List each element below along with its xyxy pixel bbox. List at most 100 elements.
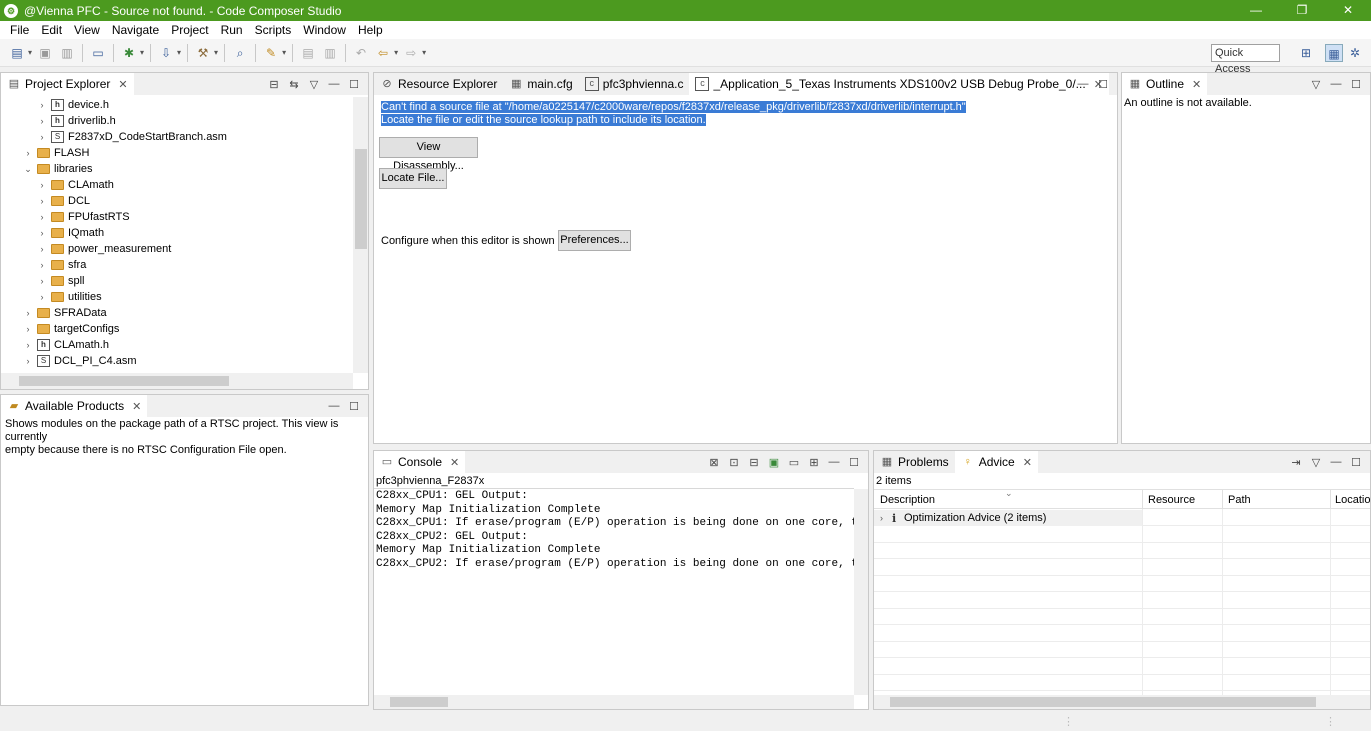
link-editor-icon[interactable]: ⇆ (286, 78, 302, 91)
new-dropdown-icon[interactable]: ▾ (28, 48, 32, 57)
menu-window[interactable]: Window (297, 23, 352, 37)
debug-dropdown-icon[interactable]: ▾ (140, 48, 144, 57)
tree-item[interactable]: ⌄ libraries (23, 161, 92, 177)
tab-console[interactable]: ▭ Console ✕ (374, 451, 466, 473)
expand-chevron-icon[interactable]: › (880, 513, 892, 523)
tree-item[interactable]: › IQmath (37, 225, 105, 241)
new-console-icon[interactable]: ⊞ (806, 456, 822, 469)
column-path[interactable]: Path (1228, 494, 1251, 506)
collapsed-chevron-icon[interactable]: › (37, 244, 47, 254)
collapsed-chevron-icon[interactable]: › (37, 132, 47, 142)
tree-item[interactable]: › FLASH (23, 145, 90, 161)
column-resource[interactable]: Resource (1148, 494, 1195, 506)
collapsed-chevron-icon[interactable]: › (23, 148, 33, 158)
tree-item[interactable]: › S F2837xD_CodeStartBranch.asm (37, 129, 227, 145)
minimize-view-icon[interactable]: — (826, 456, 842, 468)
collapsed-chevron-icon[interactable]: › (37, 260, 47, 270)
collapsed-chevron-icon[interactable]: › (23, 356, 33, 366)
menu-run[interactable]: Run (215, 23, 249, 37)
prev-annotation-icon[interactable]: ▤ (300, 45, 316, 61)
collapsed-chevron-icon[interactable]: › (37, 276, 47, 286)
tree-item[interactable]: › CLAmath (37, 177, 114, 193)
clear-console-icon[interactable]: ⊠ (706, 456, 722, 469)
tab-project-explorer[interactable]: ▤ Project Explorer ✕ (1, 73, 134, 95)
next-annotation-icon[interactable]: ▥ (322, 45, 338, 61)
open-perspective-icon[interactable]: ⊞ (1297, 44, 1315, 62)
build-icon[interactable]: ⚒ (195, 45, 211, 61)
problems-horizontal-scrollbar[interactable] (874, 695, 1370, 709)
maximize-view-icon[interactable]: ☐ (346, 400, 362, 413)
terminal-icon[interactable]: ▭ (90, 45, 106, 61)
minimize-view-icon[interactable]: — (326, 400, 342, 412)
tree-horizontal-scrollbar[interactable] (1, 373, 353, 389)
restore-button[interactable]: ❐ (1279, 0, 1325, 21)
table-row[interactable]: › i Optimization Advice (2 items) (874, 510, 1142, 526)
focus-icon[interactable]: ⇥ (1288, 456, 1304, 469)
scrollbar-thumb[interactable] (19, 376, 229, 386)
collapsed-chevron-icon[interactable]: › (23, 324, 33, 334)
save-icon[interactable]: ▣ (37, 45, 53, 61)
close-button[interactable]: ✕ (1325, 0, 1371, 21)
flash-icon[interactable]: ⇩ (158, 45, 174, 61)
view-menu-icon[interactable]: ▽ (1308, 78, 1324, 91)
locate-file-button[interactable]: Locate File... (379, 168, 447, 189)
column-location[interactable]: Locatio (1335, 494, 1370, 506)
maximize-view-icon[interactable]: ☐ (1095, 78, 1111, 91)
close-icon[interactable]: ✕ (1023, 456, 1032, 469)
scroll-lock-icon[interactable]: ⊡ (726, 456, 742, 469)
ccs-edit-perspective-icon[interactable]: ▦ (1325, 44, 1343, 62)
tab-debug-source[interactable]: c _Application_5_Texas Instruments XDS10… (689, 73, 1109, 95)
forward-dropdown-icon[interactable]: ▾ (422, 48, 426, 57)
scrollbar-thumb[interactable] (355, 149, 367, 249)
menu-scripts[interactable]: Scripts (249, 23, 298, 37)
collapsed-chevron-icon[interactable]: › (37, 180, 47, 190)
console-horizontal-scrollbar[interactable] (374, 695, 854, 709)
preferences-button[interactable]: Preferences... (558, 230, 631, 251)
tree-item[interactable]: › targetConfigs (23, 321, 120, 337)
tab-pfc3phvienna-c[interactable]: c pfc3phvienna.c (579, 73, 690, 95)
collapsed-chevron-icon[interactable]: › (23, 308, 33, 318)
tree-item[interactable]: › h device.h (37, 97, 109, 113)
collapsed-chevron-icon[interactable]: › (37, 228, 47, 238)
tree-item[interactable]: › spll (37, 273, 85, 289)
maximize-view-icon[interactable]: ☐ (1348, 78, 1364, 91)
word-wrap-icon[interactable]: ⊟ (746, 456, 762, 469)
collapsed-chevron-icon[interactable]: › (37, 196, 47, 206)
menu-help[interactable]: Help (352, 23, 389, 37)
expanded-chevron-icon[interactable]: ⌄ (23, 164, 33, 175)
menu-project[interactable]: Project (165, 23, 214, 37)
collapse-all-icon[interactable]: ⊟ (266, 78, 282, 91)
forward-icon[interactable]: ⇨ (403, 45, 419, 61)
pin-console-icon[interactable]: ▣ (766, 456, 782, 469)
close-icon[interactable]: ✕ (132, 400, 141, 413)
minimize-button[interactable]: — (1233, 0, 1279, 21)
collapsed-chevron-icon[interactable]: › (37, 292, 47, 302)
scrollbar-thumb[interactable] (890, 697, 1316, 707)
close-icon[interactable]: ✕ (118, 78, 127, 91)
tree-item[interactable]: › h CLAmath.h (23, 337, 109, 353)
tree-item[interactable]: › h driverlib.h (37, 113, 116, 129)
tree-item[interactable]: › DCL (37, 193, 91, 209)
view-menu-icon[interactable]: ▽ (306, 78, 322, 91)
menu-view[interactable]: View (68, 23, 106, 37)
save-all-icon[interactable]: ▥ (59, 45, 75, 61)
debug-icon[interactable]: ✱ (121, 45, 137, 61)
minimize-view-icon[interactable]: — (1328, 456, 1344, 468)
annotation-icon[interactable]: ✎ (263, 45, 279, 61)
view-menu-icon[interactable]: ▽ (1308, 456, 1324, 469)
tab-outline[interactable]: ▦ Outline ✕ (1122, 73, 1208, 95)
quick-access-input[interactable]: Quick Access (1211, 44, 1280, 75)
maximize-view-icon[interactable]: ☐ (1348, 456, 1364, 469)
column-description[interactable]: Description (880, 494, 935, 506)
back-dropdown-icon[interactable]: ▾ (394, 48, 398, 57)
menu-edit[interactable]: Edit (35, 23, 68, 37)
new-icon[interactable]: ▤ (9, 45, 25, 61)
collapsed-chevron-icon[interactable]: › (37, 212, 47, 222)
back-icon[interactable]: ⇦ (375, 45, 391, 61)
tree-item[interactable]: › sfra (37, 257, 87, 273)
collapsed-chevron-icon[interactable]: › (37, 100, 47, 110)
maximize-view-icon[interactable]: ☐ (846, 456, 862, 469)
collapsed-chevron-icon[interactable]: › (23, 340, 33, 350)
close-icon[interactable]: ✕ (450, 456, 459, 469)
minimize-view-icon[interactable]: — (326, 78, 342, 90)
